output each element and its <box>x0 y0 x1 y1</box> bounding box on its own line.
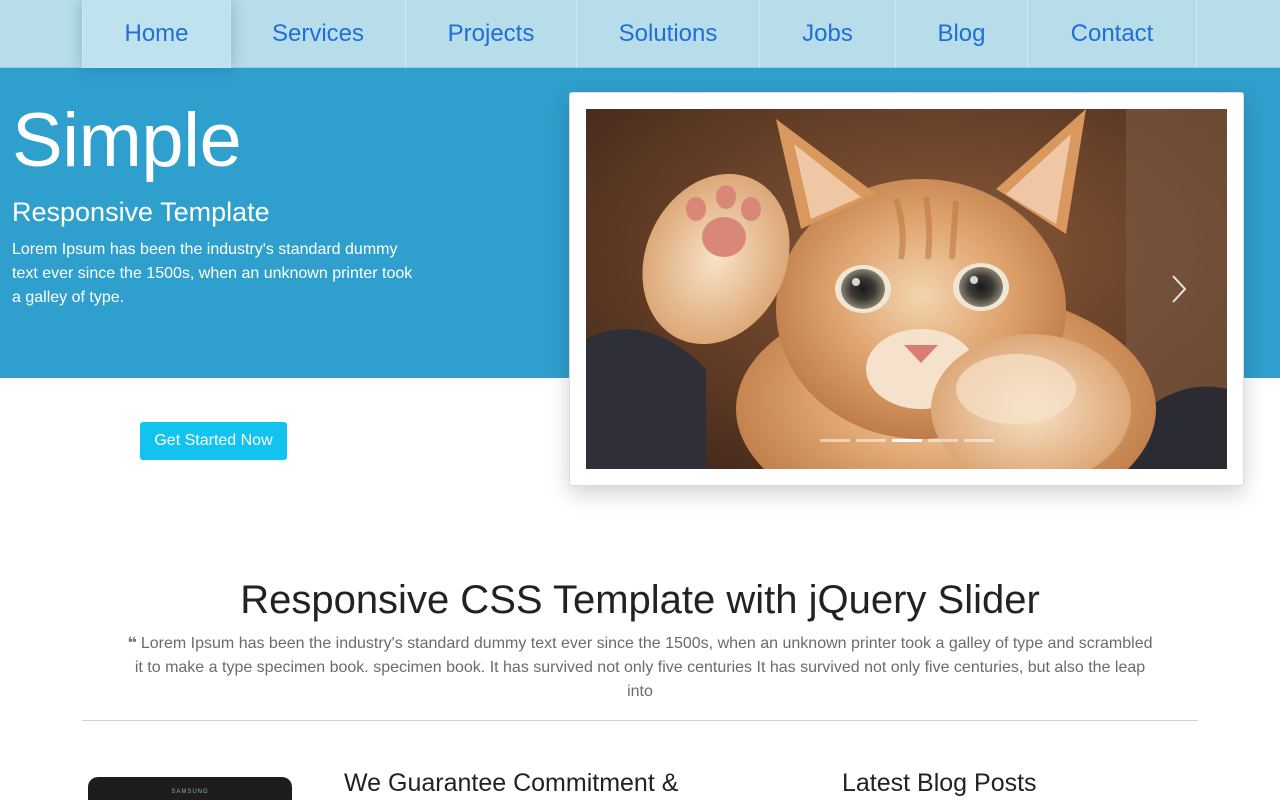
chevron-right-icon <box>1172 275 1187 303</box>
divider <box>82 720 1198 721</box>
section-title: Responsive CSS Template with jQuery Slid… <box>240 578 1040 622</box>
hero-description: Lorem Ipsum has been the industry's stan… <box>12 241 413 306</box>
section-quote: ❝ Lorem Ipsum has been the industry's sta… <box>126 632 1154 704</box>
nav-item-services[interactable]: Services <box>231 0 406 68</box>
slider-dot-active[interactable] <box>892 439 922 442</box>
slider-dot[interactable] <box>856 439 886 442</box>
hero-title: Simple <box>12 98 242 183</box>
image-slider <box>569 92 1244 486</box>
top-nav: Home Services Projects Solutions Jobs Bl… <box>0 0 1280 68</box>
quote-icon: ❝ <box>127 635 137 652</box>
nav-item-blog[interactable]: Blog <box>896 0 1028 68</box>
hero-subtitle: Responsive Template <box>12 197 270 227</box>
nav-menu: Home Services Projects Solutions Jobs Bl… <box>82 0 1197 68</box>
slider-dots <box>820 439 994 442</box>
tablet-brand: SAMSUNG <box>171 789 209 795</box>
commitment-title: We Guarantee Commitment & <box>344 769 679 797</box>
slider-dot[interactable] <box>820 439 850 442</box>
nav-item-jobs[interactable]: Jobs <box>760 0 896 68</box>
slider-next-button[interactable] <box>1166 268 1192 310</box>
tablet-image: SAMSUNG <box>88 777 292 800</box>
slider-dot[interactable] <box>964 439 994 442</box>
kitten-photo <box>586 109 1227 469</box>
nav-item-solutions[interactable]: Solutions <box>577 0 760 68</box>
slider-dot[interactable] <box>928 439 958 442</box>
nav-item-contact[interactable]: Contact <box>1028 0 1197 68</box>
slide-image <box>586 109 1227 469</box>
blog-title: Latest Blog Posts <box>842 769 1037 797</box>
quote-text: Lorem Ipsum has been the industry's stan… <box>134 635 1153 700</box>
nav-item-home[interactable]: Home <box>82 0 231 68</box>
nav-item-projects[interactable]: Projects <box>406 0 577 68</box>
get-started-button[interactable]: Get Started Now <box>140 422 287 460</box>
